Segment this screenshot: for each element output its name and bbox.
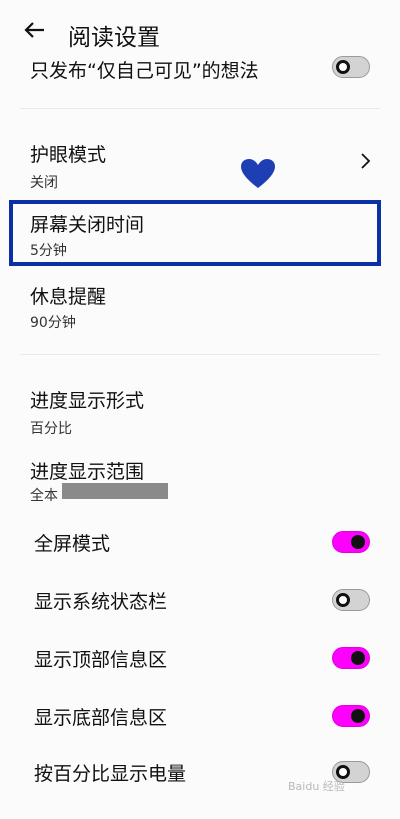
heart-icon — [241, 159, 275, 188]
setting-row-fullscreen[interactable]: 全屏模式 — [0, 527, 400, 561]
setting-row-progress-range[interactable]: 进度显示范围 全本 — [0, 455, 400, 505]
chevron-right-icon[interactable] — [357, 152, 373, 170]
toggle-knob — [351, 535, 365, 549]
setting-row-progress-format[interactable]: 进度显示形式 百分比 — [0, 384, 400, 440]
toggle-knob — [336, 593, 350, 607]
toggle-knob — [336, 60, 350, 74]
toggle-bottom-info[interactable] — [332, 705, 370, 727]
setting-row-status-bar[interactable]: 显示系统状态栏 — [0, 585, 400, 619]
setting-value: 全本 — [30, 488, 58, 504]
setting-title: 显示系统状态栏 — [34, 591, 168, 613]
setting-title: 休息提醒 — [30, 286, 107, 308]
page-title: 阅读设置 — [68, 25, 160, 51]
setting-title: 进度显示范围 — [30, 461, 145, 483]
toggle-knob — [351, 709, 365, 723]
setting-value: 百分比 — [30, 421, 72, 437]
toggle-status-bar[interactable] — [332, 589, 370, 611]
watermark: Baidu 经验 — [288, 780, 345, 793]
setting-title: 进度显示形式 — [30, 390, 145, 412]
setting-row-bottom-info[interactable]: 显示底部信息区 — [0, 701, 400, 735]
setting-title: 全屏模式 — [34, 533, 111, 555]
divider — [20, 354, 380, 355]
setting-row-eye-care[interactable]: 护眼模式 关闭 — [0, 138, 400, 194]
setting-row-thoughts-private[interactable]: 只发布“仅自己可见”的想法 — [0, 54, 400, 88]
setting-row-top-info[interactable]: 显示顶部信息区 — [0, 643, 400, 677]
setting-value: 90分钟 — [30, 315, 76, 331]
toggle-thoughts-private[interactable] — [332, 56, 370, 78]
toggle-knob — [351, 651, 365, 665]
setting-title: 按百分比显示电量 — [34, 763, 187, 785]
setting-title: 只发布“仅自己可见”的想法 — [30, 60, 259, 82]
toggle-fullscreen[interactable] — [332, 531, 370, 553]
setting-value: 5分钟 — [30, 243, 67, 259]
setting-title: 显示底部信息区 — [34, 707, 168, 729]
setting-title: 显示顶部信息区 — [34, 649, 168, 671]
setting-title: 屏幕关闭时间 — [30, 214, 145, 236]
divider — [20, 108, 380, 109]
setting-value: 关闭 — [30, 175, 58, 191]
setting-row-screen-off[interactable]: 屏幕关闭时间 5分钟 — [0, 208, 400, 262]
setting-title: 护眼模式 — [30, 144, 107, 166]
toggle-knob — [336, 765, 350, 779]
redaction-bar — [62, 483, 168, 499]
setting-row-rest-reminder[interactable]: 休息提醒 90分钟 — [0, 280, 400, 336]
back-arrow-icon[interactable] — [22, 16, 50, 44]
toggle-top-info[interactable] — [332, 647, 370, 669]
